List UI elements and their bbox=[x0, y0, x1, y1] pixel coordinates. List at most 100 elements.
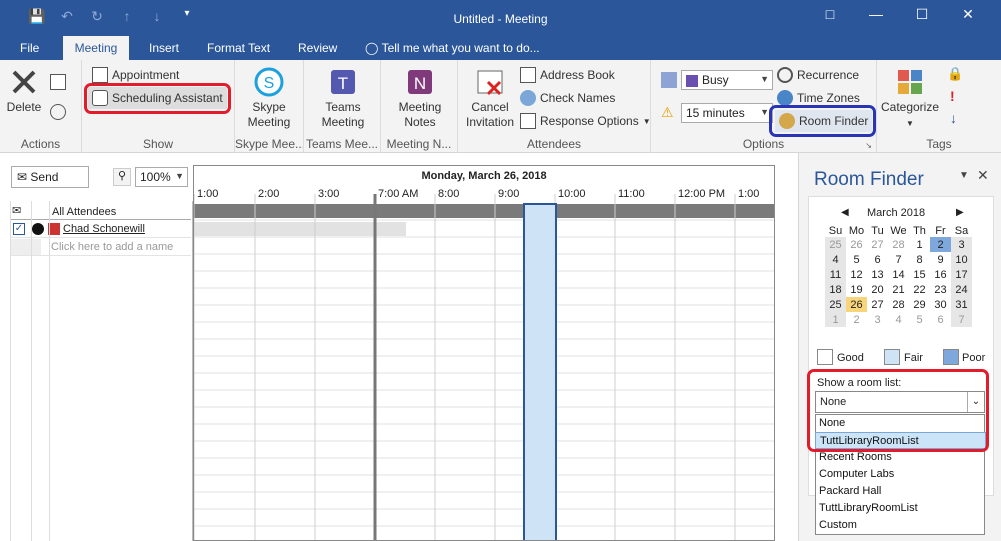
calendar-day[interactable]: 6 bbox=[930, 312, 951, 327]
zoom-icon[interactable]: ⚲ bbox=[113, 168, 131, 186]
private-icon[interactable]: 🔒 bbox=[947, 66, 963, 82]
calendar-day[interactable]: 20 bbox=[867, 282, 888, 297]
add-attendee-row[interactable]: Click here to add a name bbox=[10, 239, 191, 256]
add-name-placeholder[interactable]: Click here to add a name bbox=[51, 241, 173, 253]
calendar-day[interactable]: 25 bbox=[825, 237, 846, 252]
attendee-checkbox[interactable]: ✓ bbox=[13, 223, 25, 235]
delete-button[interactable]: Delete bbox=[4, 66, 44, 115]
calendar-day[interactable]: 25 bbox=[825, 297, 846, 312]
calendar-day[interactable]: 21 bbox=[888, 282, 909, 297]
low-importance-icon[interactable]: ↓ bbox=[950, 110, 957, 126]
appointment-button[interactable]: Appointment bbox=[92, 65, 179, 85]
calendar-day[interactable]: 18 bbox=[825, 282, 846, 297]
check-names-button[interactable]: Check Names bbox=[520, 88, 615, 108]
send-button[interactable]: ✉ Send bbox=[11, 166, 89, 188]
calendar-day[interactable]: 4 bbox=[888, 312, 909, 327]
calendar-day[interactable]: 5 bbox=[846, 252, 867, 267]
calendar-day[interactable]: 26 bbox=[846, 237, 867, 252]
calendar-day[interactable]: 28 bbox=[888, 297, 909, 312]
address-book-button[interactable]: Address Book bbox=[520, 65, 615, 85]
attendee-row[interactable]: ✓ Chad Schonewill bbox=[10, 221, 191, 238]
calendar-day[interactable]: 12 bbox=[846, 267, 867, 282]
organizer-icon bbox=[32, 223, 44, 235]
group-attendees: Cancel Invitation Address Book Check Name… bbox=[458, 60, 651, 153]
calendar-day[interactable]: 3 bbox=[951, 237, 972, 252]
calendar-day[interactable]: 1 bbox=[909, 237, 930, 252]
calendar-day[interactable]: 11 bbox=[825, 267, 846, 282]
teams-meeting-button[interactable]: T Teams Meeting bbox=[312, 66, 374, 130]
calendar-day[interactable]: 23 bbox=[930, 282, 951, 297]
calendar-day[interactable]: 28 bbox=[888, 237, 909, 252]
weekday-label: Mo bbox=[848, 225, 865, 237]
prev-month-icon[interactable]: ◀ bbox=[841, 207, 849, 218]
calendar-day[interactable]: 27 bbox=[867, 237, 888, 252]
attendee-name[interactable]: Chad Schonewill bbox=[63, 223, 145, 235]
calendar-day[interactable]: 19 bbox=[846, 282, 867, 297]
dialog-launcher-icon[interactable]: ↘ bbox=[865, 141, 872, 150]
recurrence-button[interactable]: Recurrence bbox=[777, 65, 859, 85]
calendar-day[interactable]: 26 bbox=[846, 297, 867, 312]
skype-meeting-button[interactable]: S Skype Meeting bbox=[239, 66, 299, 130]
maximize-icon[interactable]: ☐ bbox=[899, 6, 945, 23]
calendar-day[interactable]: 22 bbox=[909, 282, 930, 297]
calendar-day[interactable]: 31 bbox=[951, 297, 972, 312]
calendar-day[interactable]: 1 bbox=[825, 312, 846, 327]
room-option[interactable]: Computer Labs bbox=[815, 466, 986, 483]
scheduling-grid[interactable]: Monday, March 26, 2018 1:00 2:00 3:00 7:00 … bbox=[193, 165, 775, 541]
next-month-icon[interactable]: ▶ bbox=[956, 207, 964, 218]
calendar-day[interactable]: 8 bbox=[909, 252, 930, 267]
calendar-day[interactable]: 2 bbox=[846, 312, 867, 327]
tab-meeting[interactable]: Meeting bbox=[63, 36, 129, 60]
tab-file[interactable]: File bbox=[10, 36, 49, 60]
tab-review[interactable]: Review bbox=[288, 36, 347, 60]
meeting-notes-button[interactable]: N Meeting Notes bbox=[389, 66, 451, 130]
forward-icon[interactable] bbox=[50, 104, 66, 120]
close-pane-icon[interactable]: ✕ bbox=[977, 167, 989, 184]
categorize-button[interactable]: Categorize ▼ bbox=[877, 66, 943, 131]
minimize-icon[interactable]: — bbox=[853, 6, 899, 23]
calendar-day[interactable]: 29 bbox=[909, 297, 930, 312]
calendar-day[interactable]: 15 bbox=[909, 267, 930, 282]
legend-good-swatch bbox=[817, 349, 833, 365]
calendar-day[interactable]: 17 bbox=[951, 267, 972, 282]
calendar-day[interactable]: 14 bbox=[888, 267, 909, 282]
room-option[interactable]: Packard Hall bbox=[815, 483, 986, 500]
calendar-day[interactable]: 10 bbox=[951, 252, 972, 267]
ribbon-display-icon[interactable]: □ bbox=[807, 6, 853, 23]
calendar-day[interactable]: 7 bbox=[888, 252, 909, 267]
calendar-day[interactable]: 7 bbox=[951, 312, 972, 327]
close-icon[interactable]: ✕ bbox=[945, 6, 991, 23]
calendar-day[interactable]: 3 bbox=[867, 312, 888, 327]
legend-poor-swatch bbox=[943, 349, 959, 365]
calendar-day[interactable]: 24 bbox=[951, 282, 972, 297]
calendar-day[interactable]: 27 bbox=[867, 297, 888, 312]
calendar-search-icon[interactable] bbox=[50, 74, 66, 90]
mini-calendar[interactable]: Su Mo Tu We Th Fr Sa 25 26 27 28 1 2 3 4 5 6 7 8 9 10 11 12 13 1… bbox=[825, 225, 972, 327]
chevron-down-icon: ▼ bbox=[642, 116, 651, 126]
calendar-month-label: March 2018 bbox=[867, 207, 926, 219]
calendar-day[interactable]: 30 bbox=[930, 297, 951, 312]
pane-options-icon[interactable]: ▼ bbox=[959, 170, 969, 181]
calendar-day[interactable]: 16 bbox=[930, 267, 951, 282]
room-option[interactable]: Custom bbox=[815, 517, 986, 534]
reminder-dropdown[interactable]: 15 minutes ▼ bbox=[681, 103, 773, 123]
cancel-invitation-button[interactable]: Cancel Invitation bbox=[462, 66, 518, 130]
tab-insert[interactable]: Insert bbox=[139, 36, 189, 60]
tab-format-text[interactable]: Format Text bbox=[197, 36, 280, 60]
tell-me-box[interactable]: ◯ Tell me what you want to do... bbox=[355, 36, 550, 60]
high-importance-icon[interactable]: ! bbox=[950, 88, 955, 104]
time-label: 7:00 AM bbox=[378, 188, 419, 200]
room-option[interactable]: TuttLibraryRoomList bbox=[815, 500, 986, 517]
legend-poor: Poor bbox=[962, 352, 986, 364]
calendar-day[interactable]: 13 bbox=[867, 267, 888, 282]
calendar-day[interactable]: 6 bbox=[867, 252, 888, 267]
calendar-day[interactable]: 2 bbox=[930, 237, 951, 252]
grid-date-label: Monday, March 26, 2018 bbox=[421, 170, 547, 182]
show-as-dropdown[interactable]: Busy ▼ bbox=[681, 70, 773, 90]
window-controls: □ — ☐ ✕ bbox=[807, 6, 991, 23]
response-options-button[interactable]: Response Options ▼ bbox=[520, 111, 651, 131]
calendar-day[interactable]: 9 bbox=[930, 252, 951, 267]
calendar-day[interactable]: 4 bbox=[825, 252, 846, 267]
zoom-dropdown[interactable]: 100% ▼ bbox=[135, 167, 188, 187]
calendar-day[interactable]: 5 bbox=[909, 312, 930, 327]
